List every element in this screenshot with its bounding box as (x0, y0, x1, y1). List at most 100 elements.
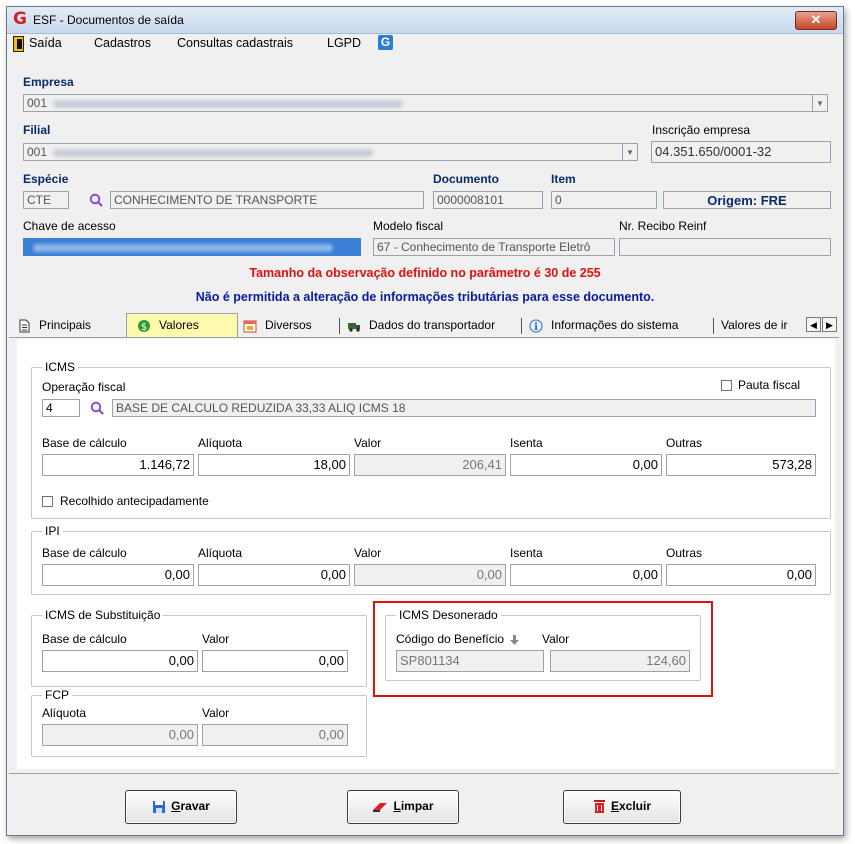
tab-strip: Principais $ Valores Diversos Dados do tr… (9, 313, 839, 338)
recolhido-antecipadamente-checkbox[interactable] (42, 496, 53, 507)
icms-st-base-label: Base de cálculo (42, 632, 127, 646)
chave-label: Chave de acesso (23, 219, 116, 233)
desonerado-valor-field: 124,60 (550, 650, 690, 672)
operacao-fiscal-code-input[interactable]: 4 (42, 399, 80, 417)
recolhido-antecipadamente-label: Recolhido antecipadamente (60, 494, 209, 508)
tab-label: Diversos (265, 318, 312, 332)
search-icon[interactable] (90, 401, 104, 415)
menu-lgpd[interactable]: LGPD (327, 36, 361, 50)
tab-principais[interactable]: Principais (17, 315, 91, 336)
limpar-button[interactable]: Limpar (347, 790, 459, 824)
recibo-field (619, 238, 831, 256)
tab-scroll-left-icon[interactable]: ◀ (806, 317, 821, 332)
limpar-label: impar (400, 799, 434, 813)
action-bar: Gravar Limpar Excluir (9, 773, 839, 832)
valores-panel: ICMS Operação fiscal Pauta fiscal 4 BASE… (17, 339, 835, 769)
ipi-group-title: IPI (42, 524, 63, 538)
tab-informacoes-sistema[interactable]: i Informações do sistema (529, 315, 678, 336)
icms-st-valor-input[interactable]: 0,00 (202, 650, 348, 672)
limpar-accel: L (393, 799, 401, 813)
tab-label: Informações do sistema (551, 318, 679, 332)
filial-dropdown-arrow-icon[interactable]: ▼ (622, 143, 638, 161)
icms-aliquota-label: Alíquota (198, 436, 243, 450)
codigo-beneficio-field: SP801134 (396, 650, 544, 672)
gravar-button[interactable]: Gravar (125, 790, 237, 824)
icms-isenta-label: Isenta (510, 436, 543, 450)
close-button[interactable]: ✕ (795, 11, 837, 30)
empresa-label: Empresa (23, 75, 74, 89)
tab-label: Principais (39, 318, 92, 332)
search-icon[interactable] (89, 193, 103, 207)
especie-code-field[interactable]: CTE (23, 191, 69, 209)
fcp-group: FCP Alíquota Valor 0,00 0,00 (31, 688, 367, 757)
icms-desonerado-title: ICMS Desonerado (396, 608, 501, 622)
desonerado-valor-label: Valor (542, 632, 570, 646)
eraser-icon (373, 802, 388, 812)
menu-saida[interactable]: Saída (29, 36, 62, 50)
operacao-fiscal-description: BASE DE CALCULO REDUZIDA 33,33 ALIQ ICMS… (112, 399, 816, 417)
tab-separator (339, 318, 340, 334)
tab-separator (713, 318, 714, 334)
empresa-dropdown-arrow-icon[interactable]: ▼ (812, 94, 828, 112)
redacted-text (53, 99, 404, 108)
fcp-aliquota-label: Alíquota (42, 706, 87, 720)
title-bar: G ESF - Documentos de saída ✕ (7, 7, 843, 34)
fcp-valor-field: 0,00 (202, 724, 348, 746)
gravar-label: ravar (180, 799, 210, 813)
menu-consultas-cadastrais[interactable]: Consultas cadastrais (177, 36, 293, 50)
documento-label: Documento (433, 172, 499, 186)
ipi-outras-input[interactable]: 0,00 (666, 564, 816, 586)
main-window: G ESF - Documentos de saída ✕ Saída Cada… (6, 6, 844, 836)
icms-valor-field: 206,41 (354, 454, 506, 476)
ipi-aliquota-input[interactable]: 0,00 (198, 564, 350, 586)
g-app-icon[interactable]: G (378, 35, 393, 50)
arrow-down-icon (510, 635, 519, 645)
menu-bar: Saída Cadastros Consultas cadastrais LGP… (7, 33, 843, 53)
icms-outras-input[interactable]: 573,28 (666, 454, 816, 476)
excluir-label: xcluir (619, 799, 652, 813)
info-icon: i (529, 319, 543, 333)
excluir-button[interactable]: Excluir (563, 790, 681, 824)
ipi-isenta-input[interactable]: 0,00 (510, 564, 662, 586)
observacao-warning: Tamanho da observação definido no parâme… (249, 266, 601, 280)
empresa-code: 001 (27, 96, 48, 110)
icms-outras-label: Outras (666, 436, 703, 450)
tab-dados-transportador[interactable]: Dados do transportador (347, 315, 495, 336)
icms-group-title: ICMS (42, 360, 78, 374)
icms-st-group: ICMS de Substituição Base de cálculo Val… (31, 608, 367, 687)
icms-aliquota-input[interactable]: 18,00 (198, 454, 350, 476)
excluir-accel: E (610, 799, 619, 813)
pauta-fiscal-checkbox[interactable] (721, 380, 732, 391)
modelo-label: Modelo fiscal (373, 219, 444, 233)
fcp-valor-label: Valor (202, 706, 230, 720)
document-icon (19, 319, 30, 333)
icms-desonerado-group: ICMS Desonerado Código do Benefício Valo… (385, 608, 701, 681)
tab-diversos[interactable]: Diversos (243, 315, 312, 336)
filial-field[interactable]: 001 (23, 143, 623, 161)
svg-text:$: $ (141, 322, 147, 333)
icms-isenta-input[interactable]: 0,00 (510, 454, 662, 476)
chave-acesso-field[interactable] (23, 238, 361, 256)
filial-code: 001 (27, 145, 48, 159)
ipi-valor-field: 0,00 (354, 564, 506, 586)
icms-st-base-input[interactable]: 0,00 (42, 650, 198, 672)
tab-valores[interactable]: $ Valores (126, 313, 238, 337)
especie-label: Espécie (23, 172, 69, 186)
codigo-beneficio-label: Código do Benefício (396, 632, 505, 646)
ipi-base-input[interactable]: 0,00 (42, 564, 194, 586)
ipi-valor-label: Valor (354, 546, 382, 560)
app-logo-icon: G (13, 9, 27, 29)
menu-cadastros[interactable]: Cadastros (94, 36, 151, 50)
especie-description-field: CONHECIMENTO DE TRANSPORTE (110, 191, 424, 209)
icms-base-input[interactable]: 1.146,72 (42, 454, 194, 476)
inscricao-label: Inscrição empresa (652, 123, 751, 137)
item-field: 0 (551, 191, 657, 209)
tab-valores-ir[interactable]: Valores de ir (721, 315, 787, 336)
truck-icon (348, 322, 360, 332)
tab-separator (521, 318, 522, 334)
fcp-aliquota-field: 0,00 (42, 724, 198, 746)
inscricao-field: 04.351.650/0001-32 (651, 141, 831, 163)
empresa-field[interactable]: 001 (23, 94, 813, 112)
save-disk-icon (153, 800, 166, 813)
tab-scroll-right-icon[interactable]: ▶ (822, 317, 837, 332)
